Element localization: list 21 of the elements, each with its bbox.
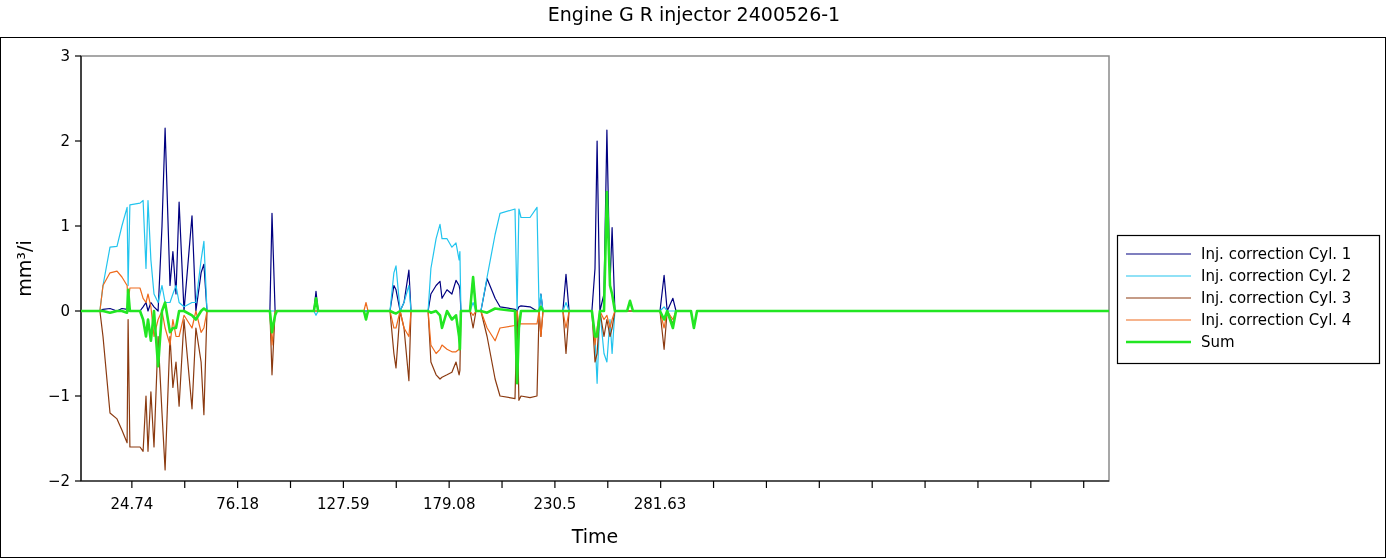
legend-label: Inj. correction Cyl. 4 <box>1201 311 1352 329</box>
legend-label: Inj. correction Cyl. 3 <box>1201 289 1352 307</box>
legend-label: Inj. correction Cyl. 1 <box>1201 245 1352 263</box>
tick-label: 230.5 <box>533 495 577 513</box>
tick-label: 281.63 <box>633 495 687 513</box>
tick-label: 24.74 <box>110 495 154 513</box>
legend-swatch <box>1126 340 1191 344</box>
axis-title: Time <box>571 525 619 547</box>
tick-label: 76.18 <box>216 495 260 513</box>
tick-label: 2 <box>60 132 70 150</box>
tick-label: −1 <box>47 387 70 405</box>
tick-label: 0 <box>60 302 70 320</box>
legend-label: Inj. correction Cyl. 2 <box>1201 267 1352 285</box>
chart-title: Engine G R injector 2400526-1 <box>547 3 841 25</box>
tick-label: 127.59 <box>317 495 370 513</box>
legend-label: Sum <box>1201 333 1235 351</box>
tick-label: 179.08 <box>422 495 476 513</box>
tick-label: 1 <box>60 217 70 235</box>
axis-title: mm³/i <box>13 240 35 297</box>
tick-label: −2 <box>47 472 70 490</box>
tick-label: 3 <box>60 47 70 65</box>
